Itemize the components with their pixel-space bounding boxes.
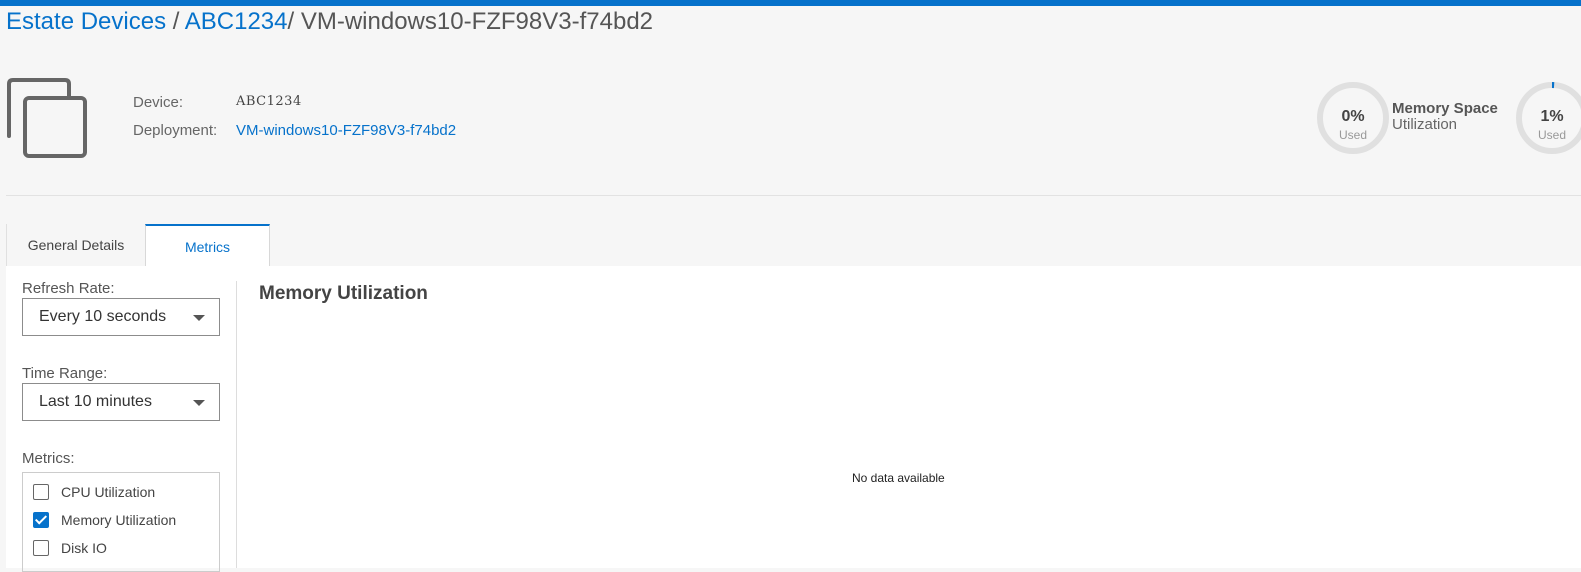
- time-range-label: Time Range:: [22, 365, 108, 382]
- breadcrumb-current-page: VM-windows10-FZF98V3-f74bd2: [300, 8, 654, 35]
- gauge-title: Memory Space Utilization: [1392, 101, 1498, 133]
- breadcrumb-estate-devices-link[interactable]: Estate Devices: [6, 8, 166, 35]
- disk-io-checkbox[interactable]: [33, 540, 49, 556]
- breadcrumb-device-link[interactable]: ABC1234: [185, 8, 288, 35]
- device-value: ABC1234: [236, 94, 302, 109]
- deployment-link[interactable]: VM-windows10-FZF98V3-f74bd2: [236, 122, 456, 139]
- tab-general-details[interactable]: General Details: [6, 224, 145, 266]
- metrics-checkbox-list: CPU Utilization Memory Utilization Disk …: [22, 472, 220, 572]
- device-label: Device:: [133, 94, 184, 111]
- gauge-used-label: Used: [1338, 128, 1367, 142]
- no-data-message: No data available: [852, 471, 945, 485]
- panel-divider: [236, 281, 237, 568]
- metric-label: Disk IO: [61, 540, 107, 556]
- cpu-utilization-checkbox[interactable]: [33, 484, 49, 500]
- time-range-select[interactable]: Last 10 minutes: [22, 383, 220, 421]
- chart-title: Memory Utilization: [259, 283, 428, 304]
- gauge-title-line1: Memory Space: [1392, 100, 1498, 117]
- gauge-percent: 0%: [1341, 108, 1365, 125]
- refresh-rate-select[interactable]: Every 10 seconds: [22, 298, 220, 336]
- metrics-label: Metrics:: [22, 450, 75, 467]
- top-accent-bar: [0, 0, 1581, 6]
- gauge-first: 0% Used: [1316, 81, 1390, 155]
- gauge-second: 1% Used: [1515, 81, 1581, 155]
- header-divider: [6, 195, 1581, 196]
- refresh-rate-value: Every 10 seconds: [39, 308, 167, 325]
- gauge-title-line2: Utilization: [1392, 116, 1458, 133]
- breadcrumb-separator: /: [172, 8, 180, 35]
- metrics-panel: Refresh Rate: Every 10 seconds Time Rang…: [6, 266, 1581, 572]
- device-icon: [5, 78, 89, 160]
- refresh-rate-label: Refresh Rate:: [22, 280, 115, 297]
- deployment-label: Deployment:: [133, 122, 218, 139]
- breadcrumb-separator: /: [287, 8, 295, 35]
- breadcrumb: Estate Devices / ABC1234/ VM-windows10-F…: [6, 8, 653, 36]
- memory-utilization-checkbox[interactable]: [33, 512, 49, 528]
- tab-metrics[interactable]: Metrics: [145, 224, 270, 266]
- chevron-down-icon: [193, 315, 205, 321]
- metric-label: CPU Utilization: [61, 484, 156, 500]
- metric-label: Memory Utilization: [61, 512, 177, 528]
- chevron-down-icon: [193, 400, 205, 406]
- gauge-percent: 1%: [1540, 108, 1564, 125]
- time-range-value: Last 10 minutes: [39, 393, 152, 410]
- gauge-used-label: Used: [1537, 128, 1566, 142]
